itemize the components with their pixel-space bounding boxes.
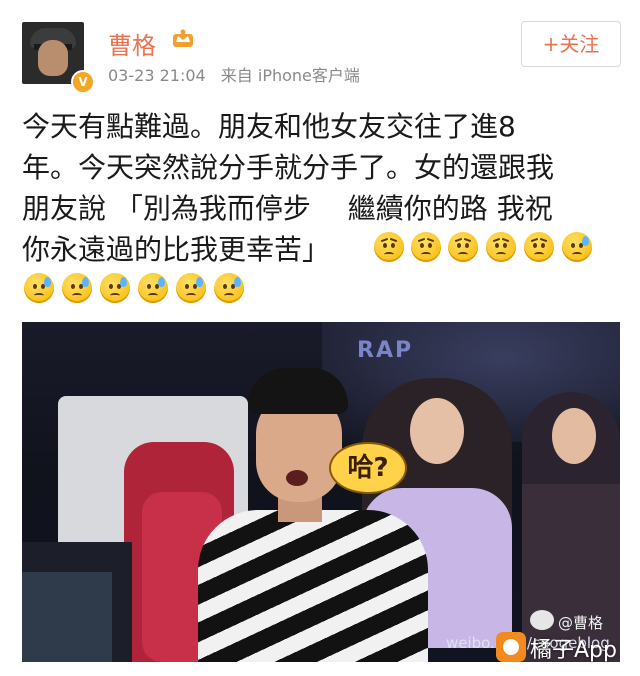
sad-emoji-icon — [374, 232, 404, 262]
crown-icon — [173, 29, 193, 47]
orange-app-logo-icon — [496, 632, 526, 662]
post-text-line: 年。今天突然說分手就分手了。女的還跟我 — [22, 151, 555, 184]
sweat-emoji-icon — [214, 273, 244, 303]
speech-bubble: 哈? — [329, 442, 407, 494]
post-meta: 03-23 21:04 来自 iPhone客户端 — [108, 62, 360, 86]
sad-emoji-icon — [448, 232, 478, 262]
post-time[interactable]: 03-23 21:04 — [108, 66, 206, 85]
app-watermark-label: 橘子App — [530, 638, 617, 663]
verified-badge-icon: V — [71, 70, 95, 94]
sweat-emoji-icon — [24, 273, 54, 303]
post-image[interactable]: RAP 哈? @曹格 weibo.com/caogeblog — [22, 322, 620, 662]
post-text-line: 今天有點難過。朋友和他女友交往了進8 — [22, 110, 516, 143]
stage-sign: RAP — [357, 338, 414, 363]
sweat-emoji-icon — [176, 273, 206, 303]
follow-button[interactable]: +关注 — [521, 21, 621, 67]
user-name[interactable]: 曹格 — [108, 26, 156, 61]
sweat-emoji-icon — [138, 273, 168, 303]
surprised-man — [198, 362, 428, 662]
app-watermark: 橘子App — [488, 628, 628, 668]
post-source: 来自 iPhone客户端 — [220, 66, 360, 85]
avatar-face — [38, 40, 68, 76]
sweat-emoji-icon — [100, 273, 130, 303]
weibo-icon — [530, 610, 554, 630]
post-text-line: 朋友說 「別為我而停步 繼續你的路 我祝 — [22, 192, 553, 225]
sweat-emoji-icon — [562, 232, 592, 262]
sad-emoji-icon — [524, 232, 554, 262]
sweat-emoji-icon — [62, 273, 92, 303]
sad-emoji-icon — [411, 232, 441, 262]
background-prop — [22, 572, 112, 662]
sad-emoji-icon — [486, 232, 516, 262]
